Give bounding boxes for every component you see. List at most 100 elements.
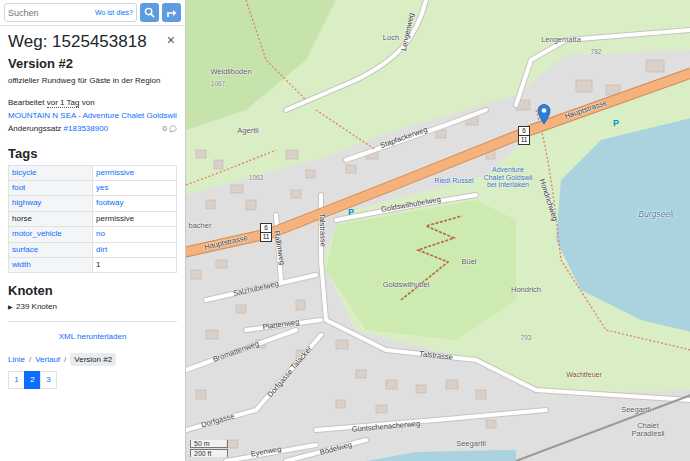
building [291,190,301,198]
map-label: Adventure Chalet Goldswil bei Interlaken [482,166,534,189]
building [296,300,305,310]
sidebar: Wo ist dies? Weg: 1525453818 × Version #2 of… [0,0,186,461]
tag-row: footyes [9,180,177,195]
building [336,340,348,349]
building [206,200,215,209]
changeset-text: Änderungssatz #183538900 [8,123,108,136]
tag-key[interactable]: width [9,257,93,272]
tag-value: 1 [93,257,177,272]
page-button[interactable]: 3 [40,371,57,388]
page-button[interactable]: 2 [24,371,41,388]
building [336,400,345,408]
map-label: 782 [591,48,602,55]
map-label: Hondrich [511,286,541,294]
lake [556,118,690,332]
footpaths [186,0,690,350]
edited-line: Bearbeitet vor 1 Tag von [8,97,177,110]
minor-roads [186,0,690,461]
close-button[interactable]: × [165,32,177,48]
tag-value[interactable]: no [93,227,177,242]
current-version: Version #2 [70,353,116,366]
map[interactable]: LengenwegLochLengematta782Weidliboden106… [186,0,690,461]
map-label: 1063 [249,174,263,181]
tag-value[interactable]: permissive [93,165,177,180]
version-heading: Version #2 [8,56,177,71]
building [476,390,486,399]
where-is-this-link[interactable]: Wo ist dies? [95,9,133,16]
map-marker-icon[interactable] [537,103,551,125]
map-label: 793 [521,334,532,341]
building [196,390,206,399]
lake-south [366,450,516,461]
building [376,405,387,413]
map-label: Loch [383,34,399,42]
tag-value[interactable]: footway [93,196,177,211]
search-input[interactable] [8,8,93,18]
nav-separator: / [29,355,31,364]
directions-button[interactable] [162,3,181,22]
building [346,165,356,173]
search-field: Wo ist dies? [4,3,137,22]
map-label: bacher [189,222,212,230]
map-label: Burgseeli [638,210,673,219]
separator [8,321,177,322]
tag-key[interactable]: bicycle [9,165,93,180]
feature-panel: Weg: 1525453818 × Version #2 offizieller Ru… [0,26,185,389]
app: Wo ist dies? Weg: 1525453818 × Version #2 of… [0,0,690,461]
map-label: Seegartli [621,406,651,414]
user-link[interactable]: MOUNTAIN N SEA - Adventure Chalet Goldsw… [8,111,177,120]
building [236,305,246,313]
tag-row: surfacedirt [9,242,177,257]
map-label: 1067 [211,80,225,87]
description: offizieller Rundweg für Gäste in der Reg… [8,76,177,87]
building [416,385,426,393]
hill-area [326,200,516,340]
residential-area [186,50,690,461]
tag-value[interactable]: dirt [93,242,177,257]
meadow [186,0,690,461]
tags-table: bicyclepermissivefootyeshighwayfootwayho… [8,165,177,274]
map-label: Seegartli [456,440,486,448]
edited-time: vor 1 Tag [47,98,80,108]
map-label: Goldswilhubel [383,281,430,289]
building [576,80,592,92]
nav-link[interactable]: Linie [8,355,25,364]
main-road [186,73,690,253]
map-label: Wachtfeuer [566,371,602,379]
title-row: Weg: 1525453818 × [8,32,177,52]
building [191,270,201,279]
building [646,60,664,72]
changeset-link[interactable]: #183538900 [64,124,109,133]
history-nav: Linie/Verlauf/Version #2 [8,353,177,366]
route-number: 11 [260,232,272,242]
nav-link[interactable]: Verlauf [35,355,60,364]
changeset-line: Änderungssatz #1835389000 [8,123,177,136]
tag-value: permissive [93,211,177,226]
tag-key[interactable]: surface [9,242,93,257]
tag-value[interactable]: yes [93,180,177,195]
tag-key[interactable]: highway [9,196,93,211]
railway [516,395,690,461]
building [196,150,206,158]
user-line: MOUNTAIN N SEA - Adventure Chalet Goldsw… [8,110,177,123]
tag-key[interactable]: motor_vehicle [9,227,93,242]
download-link[interactable]: XML herunterladen [59,332,127,341]
tag-row: bicyclepermissive [9,165,177,180]
tag-key[interactable]: foot [9,180,93,195]
search-bar: Wo ist dies? [0,0,185,26]
scale-imperial: 200 ft [190,449,228,457]
tag-row: horsepermissive [9,211,177,226]
search-button[interactable] [140,3,159,22]
building [246,200,256,210]
page-button[interactable]: 1 [8,371,25,388]
tag-row: motor_vehicleno [9,227,177,242]
map-label: P [348,208,354,218]
magnifier-icon [144,7,155,18]
building [214,160,223,169]
scale-bar: 50 m200 ft [190,440,228,457]
route-shield: 611 [518,127,530,145]
building [386,380,397,389]
building [436,130,446,138]
feature-title: Weg: 1525453818 [8,32,147,52]
nodes-toggle[interactable]: ▶239 Knoten [8,302,177,311]
